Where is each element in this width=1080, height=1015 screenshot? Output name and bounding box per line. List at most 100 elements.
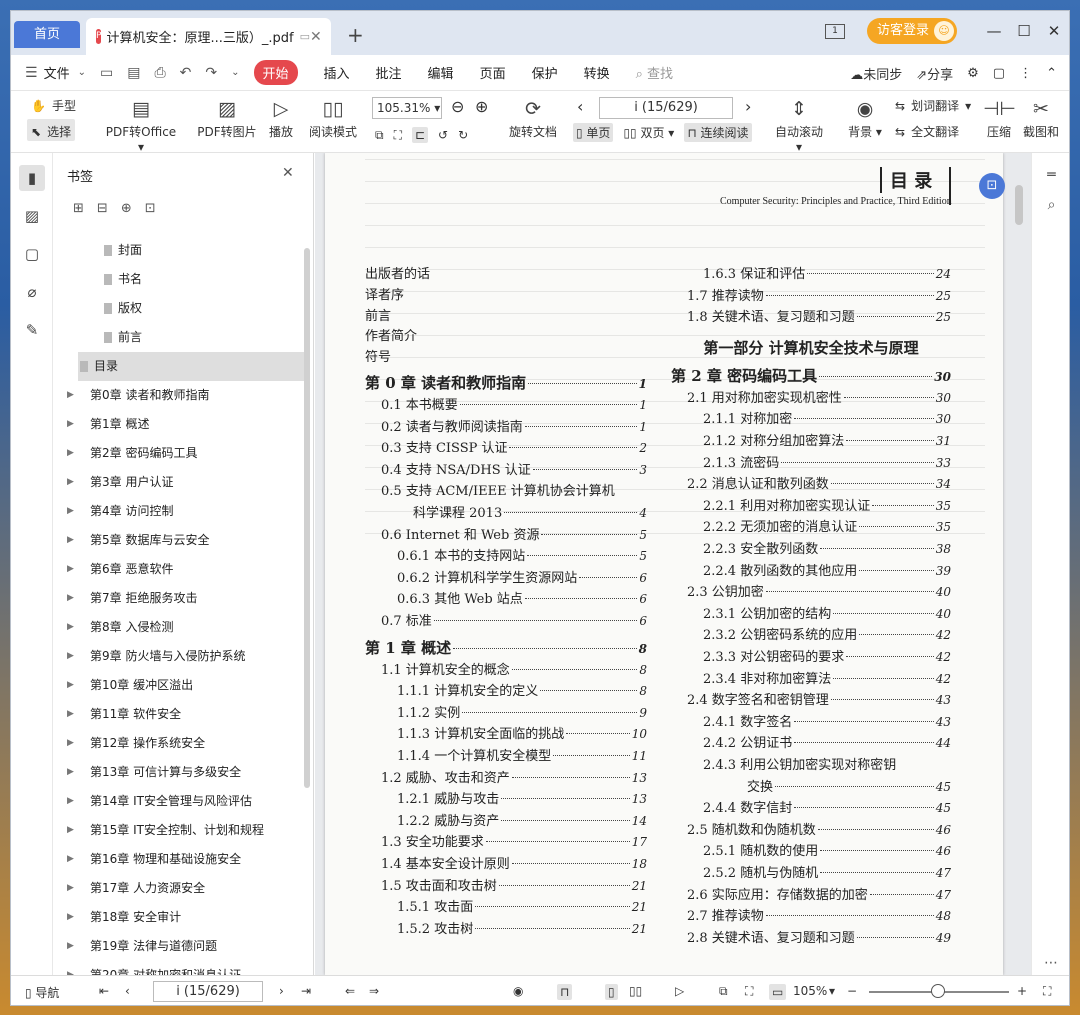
toc-entry[interactable]: 0.6.1 本书的支持网站 5 xyxy=(397,545,647,565)
menu-convert[interactable]: 转换 xyxy=(584,63,610,82)
bookmark-item[interactable]: ▶ 第14章 IT安全管理与风险评估 xyxy=(54,787,304,816)
menu-annotate[interactable]: 批注 xyxy=(376,63,402,82)
bookmark-item[interactable]: ▶ 第13章 可信计算与多级安全 xyxy=(54,758,304,787)
nav-toggle[interactable]: ▯ 导航 xyxy=(25,984,59,1001)
comment-panel-icon[interactable]: ▢ xyxy=(19,241,45,267)
toc-entry[interactable]: 2.3.4 非对称加密算法 42 xyxy=(703,668,951,688)
menu-start[interactable]: 开始 xyxy=(253,60,298,85)
rotate-left-icon[interactable]: ↺ xyxy=(438,128,448,142)
zoom-out-status-icon[interactable]: − xyxy=(847,984,857,998)
page-input[interactable]: i (15/629) xyxy=(599,97,733,119)
fit-width-icon[interactable]: ⊏ xyxy=(411,127,429,143)
toc-entry[interactable]: 1.1.4 一个计算机安全模型 11 xyxy=(397,745,647,765)
toc-entry[interactable]: 2.4.4 数字信封 45 xyxy=(703,797,951,817)
prev-page-icon[interactable]: ‹ xyxy=(577,97,583,116)
toc-entry[interactable]: 第 0 章 读者和教师指南 1 xyxy=(365,372,647,392)
chevron-down-icon[interactable]: ⌄ xyxy=(78,67,86,78)
pdf-to-image-button[interactable]: ▨ PDF转图片 xyxy=(194,97,260,140)
actual-size-icon[interactable]: ⧉ xyxy=(375,128,384,143)
toc-entry[interactable]: 2.4.2 公钥证书 44 xyxy=(703,732,951,752)
expand-arrow-icon[interactable]: ▶ xyxy=(67,845,74,874)
close-panel-icon[interactable]: ✕ xyxy=(282,165,294,181)
toc-entry[interactable]: 0.4 支持 NSA/DHS 认证 3 xyxy=(381,459,647,479)
toc-entry[interactable]: 第一部分 计算机安全技术与原理 xyxy=(671,337,951,357)
zoom-select[interactable]: 105.31% ▾ xyxy=(372,97,442,119)
toc-entry[interactable]: 作者简介 xyxy=(365,325,647,345)
bookmark-item[interactable]: ▶ 第11章 软件安全 xyxy=(54,700,304,729)
undo-icon[interactable]: ↶ xyxy=(180,65,192,81)
bookmark-item[interactable]: ▶ 第0章 读者和教师指南 xyxy=(54,381,304,410)
auto-scroll-button[interactable]: ⇕ 自动滚动 ▾ xyxy=(771,97,827,154)
redo-icon[interactable]: ↷ xyxy=(205,65,217,81)
print-icon[interactable]: ⎙ xyxy=(154,65,165,81)
toc-entry[interactable]: 2.1 用对称加密实现机密性 30 xyxy=(687,387,951,407)
toc-entry[interactable]: 0.7 标准 6 xyxy=(381,610,647,630)
more-icon[interactable]: ⋮ xyxy=(1019,66,1032,81)
settings-icon[interactable]: ⚙ xyxy=(967,66,979,81)
toc-entry[interactable]: 2.1.2 对称分组加密算法 31 xyxy=(703,430,951,450)
toc-entry[interactable]: 1.4 基本安全设计原则 18 xyxy=(381,853,647,873)
bookmark-item[interactable]: ▶ 第6章 恶意软件 xyxy=(54,555,304,584)
toc-entry[interactable]: 1.1.2 实例 9 xyxy=(397,702,647,722)
toc-entry[interactable]: 第 2 章 密码编码工具 30 xyxy=(671,365,951,385)
play-status-icon[interactable]: ▷ xyxy=(675,984,684,998)
back-icon[interactable]: ⇐ xyxy=(345,984,355,998)
expand-arrow-icon[interactable]: ▶ xyxy=(67,439,74,468)
close-window-button[interactable]: ✕ xyxy=(1039,22,1069,40)
word-translate-button[interactable]: ⇆ 划词翻译 ▾ xyxy=(895,97,971,114)
toc-entry[interactable]: 出版者的话 xyxy=(365,263,647,283)
toc-entry[interactable]: 0.6 Internet 和 Web 资源 5 xyxy=(381,524,647,544)
background-button[interactable]: ◉ 背景 ▾ xyxy=(845,97,885,140)
toc-entry[interactable]: 2.5 随机数和伪随机数 46 xyxy=(687,819,951,839)
toc-entry[interactable]: 1.1.1 计算机安全的定义 8 xyxy=(397,680,647,700)
menu-insert[interactable]: 插入 xyxy=(324,63,350,82)
play-button[interactable]: ▷ 播放 xyxy=(265,97,297,140)
collapse-icon[interactable]: ⌃ xyxy=(1046,66,1057,81)
expand-arrow-icon[interactable]: ▶ xyxy=(67,410,74,439)
right-rail-handle-icon[interactable]: ═ xyxy=(1032,167,1069,183)
sidebar-scrollbar[interactable] xyxy=(304,248,310,788)
continuous-read-button[interactable]: ⊓ 连续阅读 xyxy=(684,123,752,142)
status-zoom[interactable]: 105% xyxy=(793,984,827,998)
toc-entry[interactable]: 1.1.3 计算机安全面临的挑战 10 xyxy=(397,723,647,743)
eye-mode-icon[interactable]: ◉ xyxy=(513,984,523,998)
bookmark-item[interactable]: ▶ 第17章 人力资源安全 xyxy=(54,874,304,903)
comment-icon[interactable]: ▢ xyxy=(993,66,1005,81)
floating-tools-icon[interactable]: ⊡ xyxy=(979,173,1005,199)
rotate-document-button[interactable]: ⟳ 旋转文档 xyxy=(505,97,561,140)
bookmark-item[interactable]: 封面 xyxy=(54,236,304,265)
bookmark-item[interactable]: ▶ 第10章 缓冲区溢出 xyxy=(54,671,304,700)
zoom-out-icon[interactable]: ⊖ xyxy=(451,97,464,116)
single-page-button[interactable]: ▯ 单页 xyxy=(573,123,614,142)
next-page-icon[interactable]: › xyxy=(745,97,751,116)
pdf-to-office-button[interactable]: ▤ PDF转Office ▾ xyxy=(101,97,181,154)
expand-arrow-icon[interactable]: ▶ xyxy=(67,874,74,903)
toc-entry[interactable]: 2.1.1 对称加密 30 xyxy=(703,408,951,428)
zoom-slider-thumb[interactable] xyxy=(931,984,945,998)
toc-entry[interactable]: 1.2.1 威胁与攻击 13 xyxy=(397,788,647,808)
toc-entry[interactable]: 科学课程 2013 4 xyxy=(413,502,647,522)
zoom-in-icon[interactable]: ⊕ xyxy=(475,97,488,116)
document-scrollbar[interactable] xyxy=(1015,185,1023,225)
login-button[interactable]: 访客登录 ☺ xyxy=(866,18,957,44)
bookmark-item[interactable]: ▶ 第19章 法律与道德问题 xyxy=(54,932,304,961)
sync-status[interactable]: ☁未同步 xyxy=(850,64,902,83)
toc-entry[interactable]: 1.5 攻击面和攻击树 21 xyxy=(381,875,647,895)
toc-entry[interactable]: 2.2.2 无须加密的消息认证 35 xyxy=(703,516,951,536)
expand-arrow-icon[interactable]: ▶ xyxy=(67,700,74,729)
new-tab-button[interactable]: + xyxy=(347,23,364,47)
toc-entry[interactable]: 1.2.2 威胁与资产 14 xyxy=(397,810,647,830)
toc-entry[interactable]: 2.2.3 安全散列函数 38 xyxy=(703,538,951,558)
bookmark-item[interactable]: ▶ 第4章 访问控制 xyxy=(54,497,304,526)
continuous-mode-icon[interactable]: ⊓ xyxy=(557,984,573,1000)
toc-entry[interactable]: 2.3.2 公钥密码系统的应用 42 xyxy=(703,624,951,644)
bookmark-icon[interactable]: ⊡ xyxy=(145,201,156,216)
toc-entry[interactable]: 2.2 消息认证和散列函数 34 xyxy=(687,473,951,493)
expand-arrow-icon[interactable]: ▶ xyxy=(67,903,74,932)
toc-entry[interactable]: 0.6.3 其他 Web 站点 6 xyxy=(397,588,647,608)
menu-page[interactable]: 页面 xyxy=(480,63,506,82)
single-mode-icon[interactable]: ▯ xyxy=(605,984,618,1000)
toc-entry[interactable]: 1.6.3 保证和评估 24 xyxy=(703,263,951,283)
expand-arrow-icon[interactable]: ▶ xyxy=(67,613,74,642)
expand-arrow-icon[interactable]: ▶ xyxy=(67,526,74,555)
